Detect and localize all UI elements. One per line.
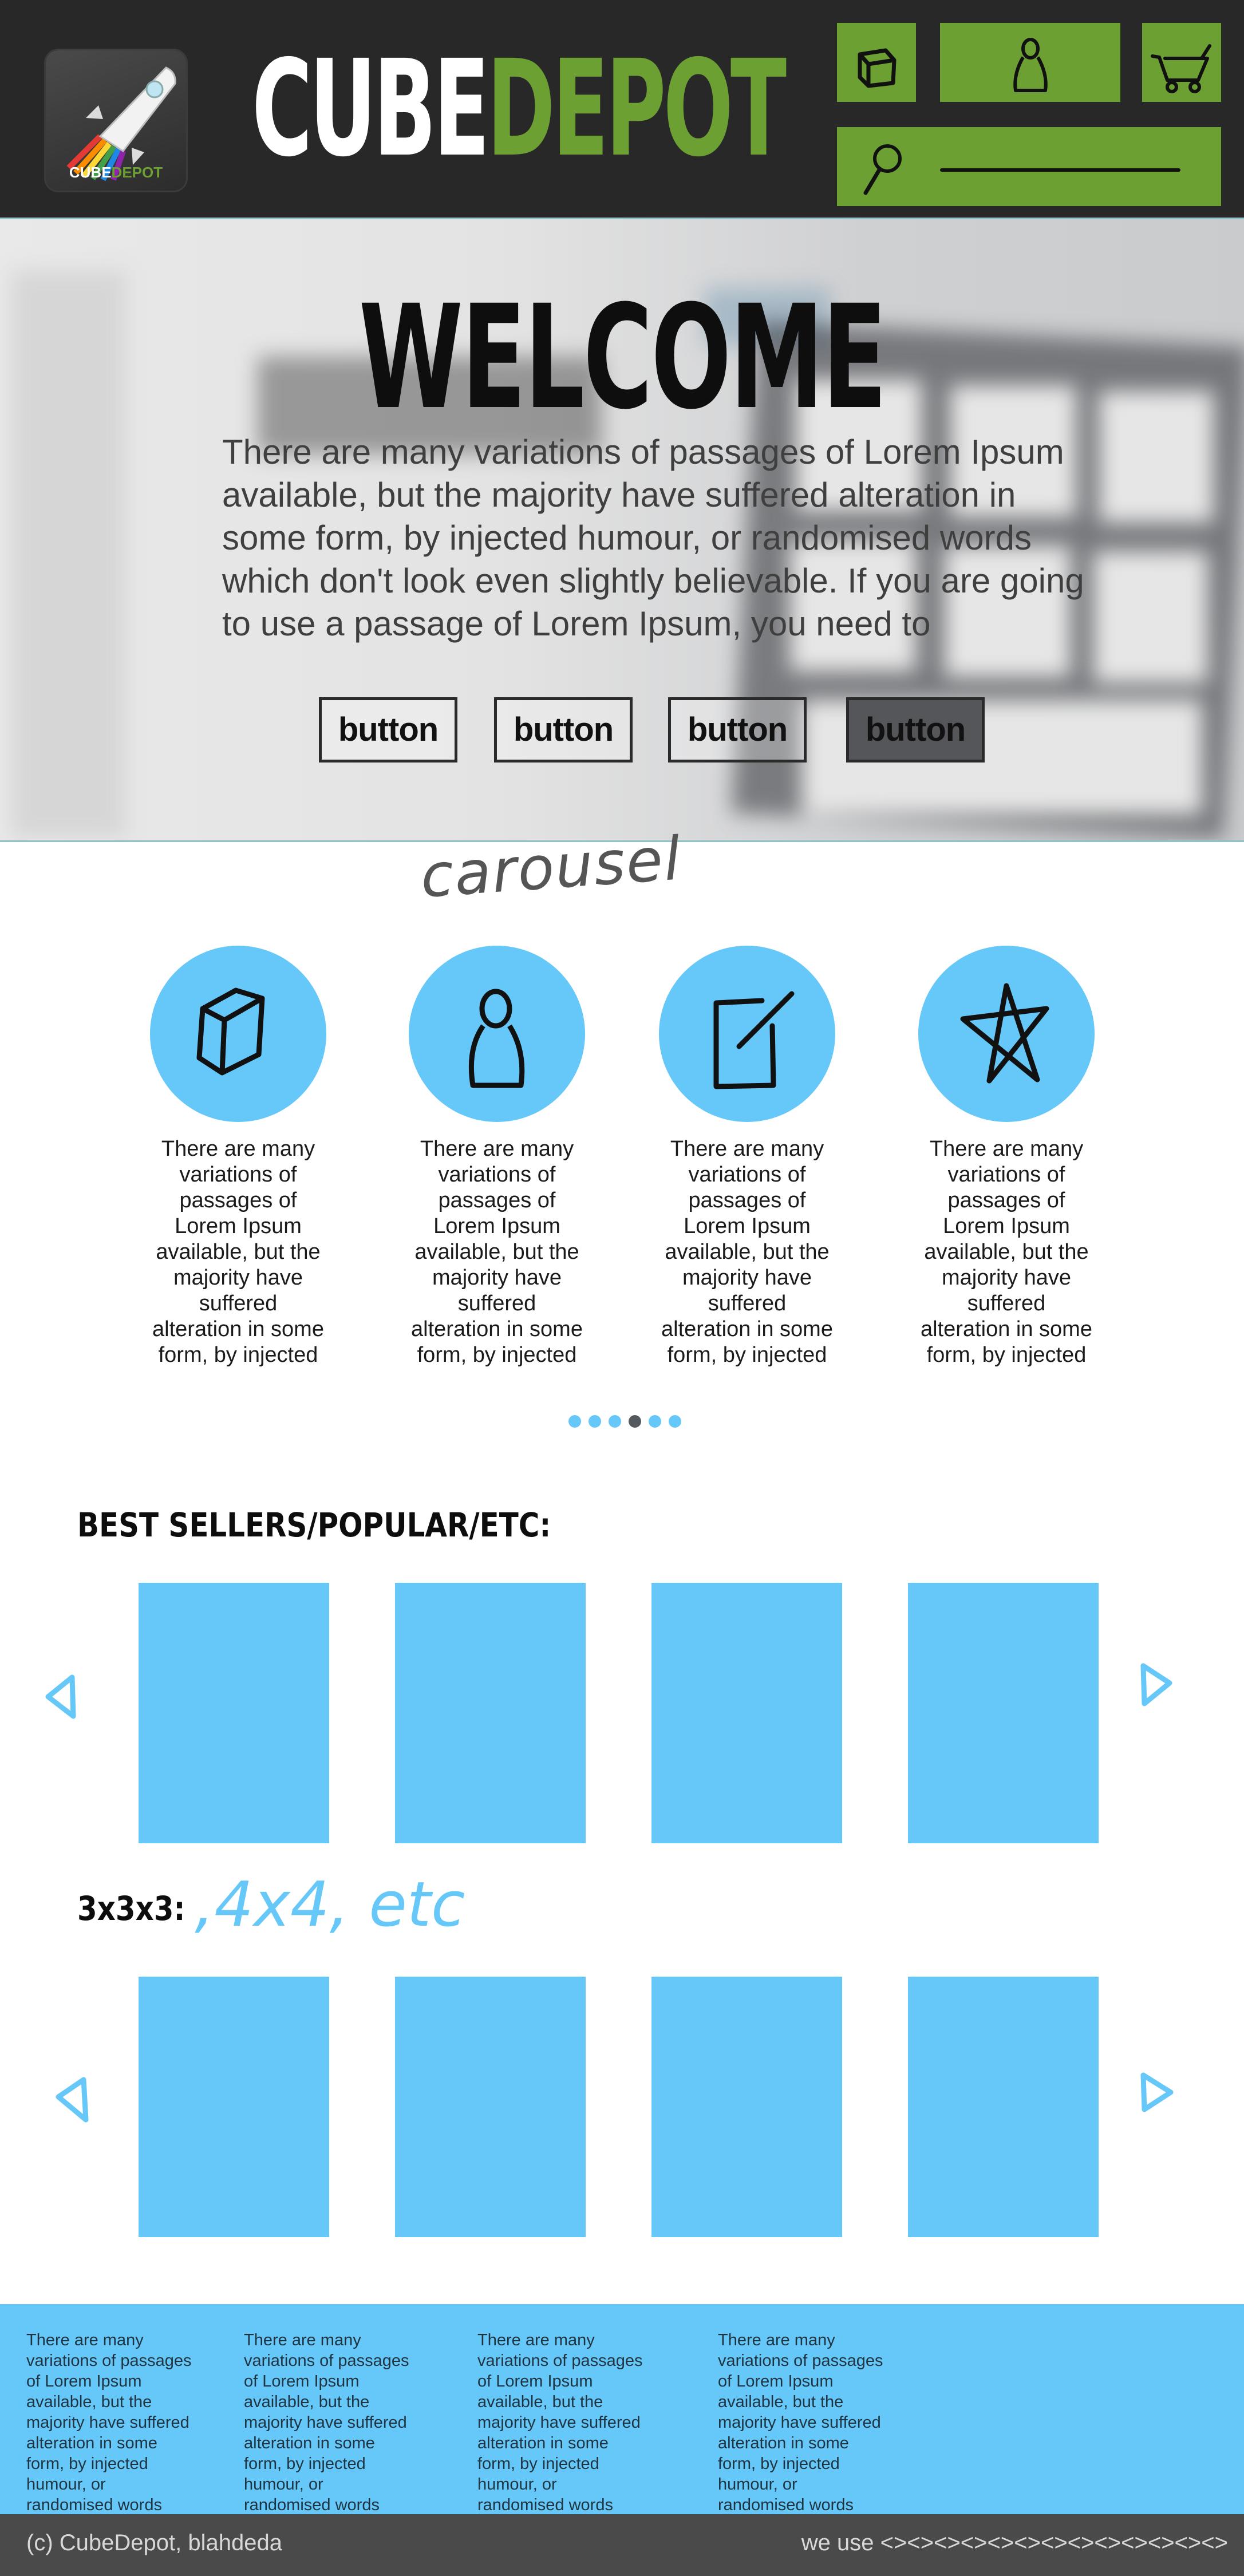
arrow-left-icon xyxy=(45,1674,76,1719)
arrow-left-icon xyxy=(56,2077,89,2123)
carousel-item-3-text: There are many variations of passages of… xyxy=(661,1137,833,1367)
carousel-dot-2[interactable] xyxy=(589,1415,601,1428)
brand-wordmark[interactable]: CUBEDEPOT xyxy=(252,31,787,186)
cube-product-1[interactable] xyxy=(139,1977,329,2237)
brand-part-cube: CUBE xyxy=(252,31,489,186)
logo-wordmark-small: CUBEDEPOT xyxy=(69,164,163,181)
tech-credits: we use <><><><><><><><><><><><><> xyxy=(801,2530,1228,2555)
cube-size-heading: 3x3x3: xyxy=(77,1889,185,1928)
cube-product-3[interactable] xyxy=(651,1977,842,2237)
carousel-item-1-text: There are many variations of passages of… xyxy=(152,1137,324,1367)
search-icon xyxy=(863,144,902,195)
cube-icon xyxy=(858,48,897,88)
best-seller-product-3[interactable] xyxy=(651,1583,842,1843)
search-bar[interactable] xyxy=(837,127,1221,206)
carousel-item-4-text: There are many variations of passages of… xyxy=(921,1137,1092,1367)
carousel-item-4-circle[interactable] xyxy=(918,946,1095,1122)
hero-button-2[interactable]: button xyxy=(494,697,633,762)
footer-column-1: There are many variations of passages of… xyxy=(26,2331,192,2514)
nav-cube-button[interactable] xyxy=(837,23,916,102)
account-icon xyxy=(1013,38,1048,92)
carousel-dot-5[interactable] xyxy=(649,1415,661,1428)
hero-button-3[interactable]: button xyxy=(668,697,807,762)
hero-description: There are many variations of passages of… xyxy=(222,433,1084,643)
person-icon xyxy=(468,989,525,1088)
arrow-right-icon xyxy=(1140,1663,1172,1706)
carousel-dot-3[interactable] xyxy=(609,1415,621,1428)
brand-part-depot: DEPOT xyxy=(487,31,787,186)
edit-icon xyxy=(713,991,795,1089)
cube-product-2[interactable] xyxy=(395,1977,586,2237)
best-seller-product-1[interactable] xyxy=(139,1583,329,1843)
footer-column-4: There are many variations of passages of… xyxy=(718,2331,883,2514)
carousel-dot-4-active[interactable] xyxy=(629,1415,641,1428)
cart-button[interactable] xyxy=(1142,23,1221,102)
footer-column-3: There are many variations of passages of… xyxy=(477,2331,643,2514)
best-seller-product-2[interactable] xyxy=(395,1583,586,1843)
cube-product-4[interactable] xyxy=(908,1977,1099,2237)
carousel-item-2-circle[interactable] xyxy=(409,946,585,1122)
cube-icon xyxy=(196,987,265,1076)
cart-icon xyxy=(1151,44,1211,93)
cube-row-next-button[interactable] xyxy=(1136,2069,1176,2121)
site-header: CUBEDEPOT CUBEDEPOT xyxy=(0,0,1244,219)
hero-title: WELCOME xyxy=(358,274,887,441)
carousel-dot-6[interactable] xyxy=(669,1415,681,1428)
account-button[interactable] xyxy=(940,23,1120,102)
best-sellers-prev-button[interactable] xyxy=(40,1672,80,1723)
arrow-right-icon xyxy=(1140,2072,1174,2112)
carousel-item-2-text: There are many variations of passages of… xyxy=(411,1137,583,1367)
best-sellers-heading: BEST SELLERS/POPULAR/ETC: xyxy=(77,1506,551,1544)
hero-button-1[interactable]: button xyxy=(319,697,457,762)
best-sellers-next-button[interactable] xyxy=(1136,1660,1176,1712)
carousel-dot-1[interactable] xyxy=(568,1415,581,1428)
search-input[interactable] xyxy=(940,168,1180,172)
carousel-item-3-circle[interactable] xyxy=(659,946,835,1122)
star-icon xyxy=(960,983,1049,1084)
best-seller-product-4[interactable] xyxy=(908,1583,1099,1843)
cube-row-prev-button[interactable] xyxy=(50,2075,90,2127)
cube-size-annotation: ,4x4, etc xyxy=(195,1869,465,1941)
carousel-item-1-circle[interactable] xyxy=(150,946,326,1122)
hero-button-4[interactable]: button xyxy=(846,697,985,762)
copyright-text: (c) CubeDepot, blahdeda xyxy=(26,2530,282,2555)
footer-column-2: There are many variations of passages of… xyxy=(244,2331,409,2514)
